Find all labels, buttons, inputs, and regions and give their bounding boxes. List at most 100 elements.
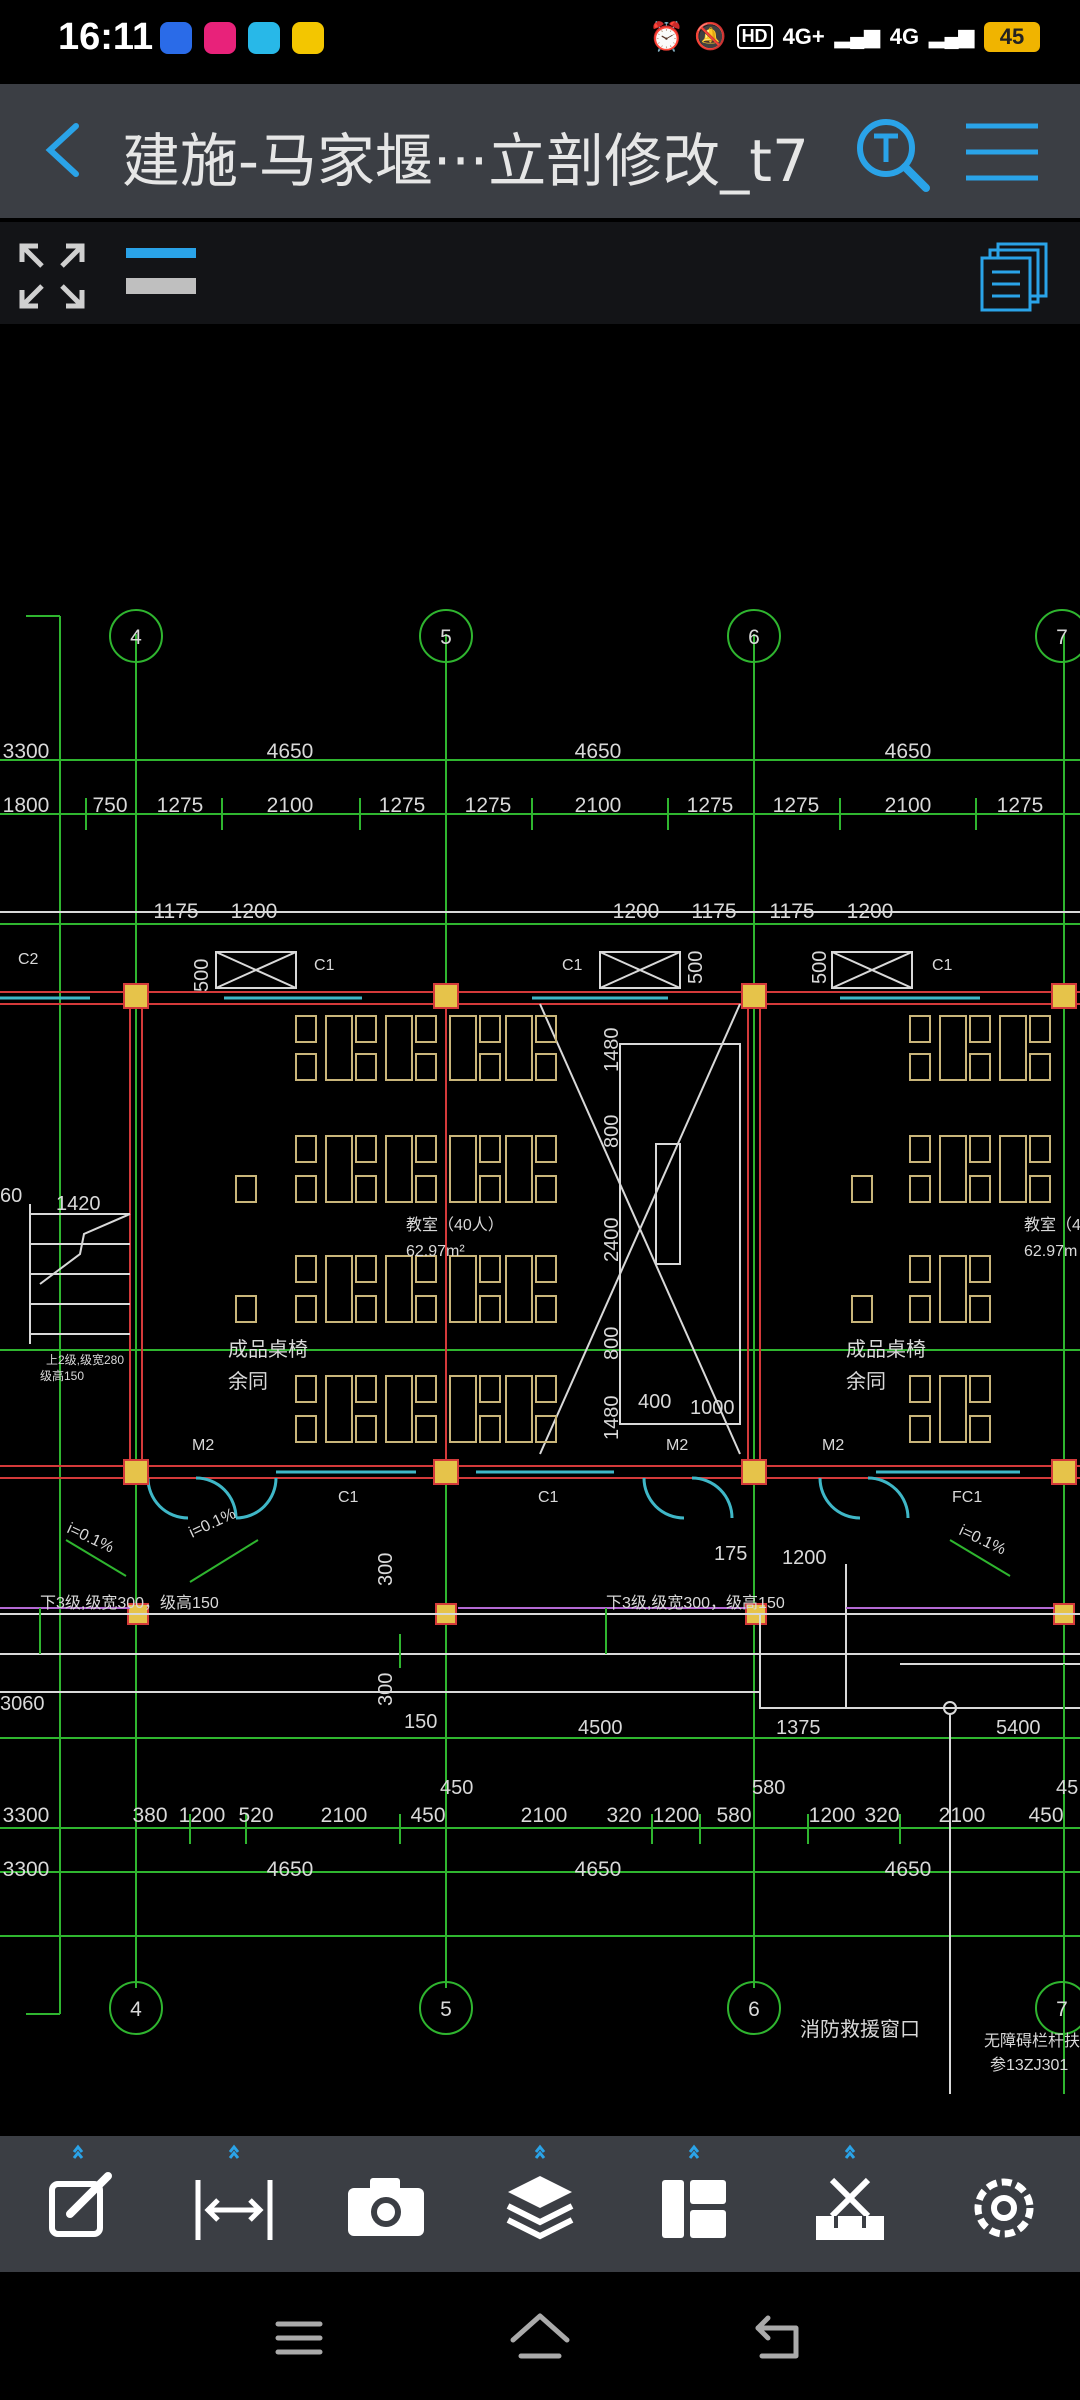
dimension-text: 1200 [179, 1804, 226, 1827]
edit-icon [49, 2144, 112, 2237]
vertical-dimension: 300 [375, 1553, 397, 1586]
vertical-dimension: 2400 [601, 1218, 623, 1263]
back-icon[interactable] [746, 2302, 816, 2372]
signal-icon: ▂▄▆ [834, 26, 880, 48]
drawing-title: 建施-马家堰···立剖修改_t7 [122, 127, 809, 195]
recent-apps-icon[interactable] [264, 2302, 334, 2372]
measure-tool[interactable] [164, 2136, 304, 2272]
desk-blocks [235, 1015, 1051, 1443]
dimension-text: 400 [638, 1391, 671, 1413]
dimension-text: 4650 [267, 740, 314, 763]
dimension-text: 1275 [465, 794, 512, 817]
camera-icon [348, 2178, 424, 2236]
dimension-text: 4650 [267, 1858, 314, 1881]
dimension-text: 60 [0, 1185, 22, 1207]
status-bar: 16:11 ⏰ 🔕 HD 4G+ ▂▄▆ 4G ▂▄▆ 45 [0, 0, 1080, 84]
slope-label: i=0.1% [187, 1505, 239, 1541]
baidu-app-icon [160, 22, 192, 54]
drawing-canvas[interactable]: 4 5 6 7 4 5 6 7 3300 4650 4650 4650 1800… [0, 324, 1080, 2136]
window-label: C1 [932, 957, 953, 974]
view-toolbar [0, 222, 1080, 324]
window-label: C1 [314, 957, 335, 974]
axis-label-top: 6 [748, 626, 760, 649]
fire-window-note: 消防救援窗口 [800, 2018, 920, 2041]
settings-icon [974, 2178, 1034, 2238]
dimension-text: 2100 [521, 1804, 568, 1827]
dimension-text: 520 [238, 1804, 273, 1827]
fullscreen-icon[interactable] [16, 240, 88, 312]
tools-icon [816, 2144, 884, 2240]
dimension-text: 1275 [379, 794, 426, 817]
steps-note: 下3级,级宽300，级高150 [40, 1594, 219, 1612]
dimension-text: 1175 [769, 900, 814, 923]
network-4g: 4G [889, 23, 920, 49]
dimension-text: 2100 [575, 794, 622, 817]
axis-label-top: 5 [440, 626, 452, 649]
dimension-text: 1000 [690, 1397, 735, 1419]
settings-tool[interactable] [934, 2136, 1074, 2272]
mute-icon: 🔕 [694, 21, 727, 51]
title-bar: 建施-马家堰···立剖修改_t7 [0, 84, 1080, 218]
door-label: M2 [192, 1437, 214, 1454]
vertical-dimension: 800 [601, 1115, 623, 1148]
layers-tool[interactable] [470, 2136, 610, 2272]
axis-label-bottom: 5 [440, 1998, 452, 2021]
measure-icon [195, 2144, 273, 2240]
dimension-text: 1200 [782, 1547, 827, 1569]
dimension-text: 320 [864, 1804, 899, 1827]
door-label: M2 [666, 1437, 688, 1454]
layout-list-icon[interactable] [978, 240, 1050, 312]
dimension-text: 1200 [809, 1804, 856, 1827]
dimension-text: 2100 [939, 1804, 986, 1827]
dimension-text: 2100 [885, 794, 932, 817]
dimension-text: 1175 [153, 900, 198, 923]
camera-tool[interactable] [316, 2136, 456, 2272]
home-icon[interactable] [505, 2302, 575, 2372]
edit-tool[interactable] [8, 2136, 148, 2272]
dimension-text: 1200 [847, 900, 894, 923]
chat-app-icon [248, 22, 280, 54]
slope-label: i=0.1% [64, 1520, 116, 1556]
handrail-note: 无障碍栏杆扶手 [984, 2032, 1080, 2050]
bottom-toolbar [0, 2136, 1080, 2272]
dimension-text: 580 [752, 1777, 785, 1799]
axis-label-bottom: 6 [748, 1998, 760, 2021]
vertical-dimension: 300 [375, 1673, 397, 1706]
furniture-note: 余同 [228, 1370, 268, 1393]
back-arrow-icon[interactable] [36, 120, 96, 180]
dimension-text: 4650 [575, 1858, 622, 1881]
layout-tool[interactable] [624, 2136, 764, 2272]
dimension-text: 1800 [3, 794, 50, 817]
furniture-note: 成品桌椅 [228, 1338, 308, 1361]
handrail-ref: 参13ZJ301 [990, 2056, 1068, 2074]
dimension-text: 4650 [885, 1858, 932, 1881]
dimension-text: 3060 [0, 1693, 45, 1715]
dimension-text: 150 [404, 1711, 437, 1733]
hd-badge: HD [736, 24, 773, 49]
network-4g-plus: 4G+ [782, 23, 825, 49]
status-right: ⏰ 🔕 HD 4G+ ▂▄▆ 4G ▂▄▆ 45 [649, 20, 1040, 53]
furniture-note: 余同 [846, 1370, 886, 1393]
dimension-text: 5400 [996, 1717, 1041, 1739]
tools-tool[interactable] [780, 2136, 920, 2272]
menu-icon[interactable] [962, 120, 1042, 184]
dimension-text: 450 [1028, 1804, 1063, 1827]
signal-icon-2: ▂▄▆ [929, 26, 974, 48]
cad-drawing[interactable]: 4 5 6 7 4 5 6 7 3300 4650 4650 4650 1800… [0, 324, 1080, 2136]
vertical-dimension: 500 [685, 951, 707, 984]
dimension-text: 2100 [267, 794, 314, 817]
dimension-text: 4500 [578, 1717, 623, 1739]
dimension-text: 175 [714, 1543, 747, 1565]
text-search-icon[interactable] [852, 114, 932, 194]
axis-label-bottom: 7 [1056, 1998, 1068, 2021]
window-label: C1 [538, 1489, 559, 1506]
vertical-dimension: 1480 [601, 1028, 623, 1073]
dimension-text: 1275 [773, 794, 820, 817]
dimension-text: 1275 [687, 794, 734, 817]
room-area: 62.97m² [406, 1243, 465, 1260]
line-weight-icon[interactable] [124, 242, 200, 302]
vertical-dimension: 1480 [601, 1396, 623, 1441]
dimension-text: 1275 [157, 794, 204, 817]
battery-icon: 45 [984, 21, 1040, 52]
axis-label-top: 7 [1056, 626, 1068, 649]
